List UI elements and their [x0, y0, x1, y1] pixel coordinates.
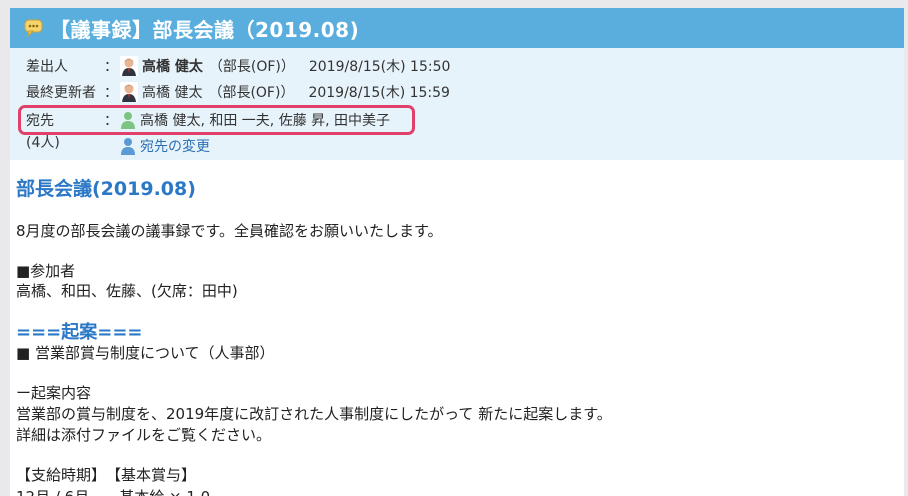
proposal-line-2: 詳細は添付ファイルをご覧ください。: [16, 426, 272, 444]
recipient-highlight-box: [18, 105, 415, 135]
updater-colon: ：: [104, 85, 118, 101]
sender-role: （部長(OF)）: [208, 59, 295, 75]
proposal-line-1: 営業部の賞与制度を、2019年度に改訂された人事制度にしたがって 新たに起案しま…: [16, 405, 612, 423]
updater-label: 最終更新者: [26, 85, 96, 101]
message-window: 【議事録】部長会議（2019.08) 差出人 ： 高橋 健太 （部長(OF)）: [10, 8, 904, 496]
sent-datetime: 2019/8/15(木) 15:50: [308, 59, 451, 75]
section-item: ■ 営業部賞与制度について（人事部）: [16, 344, 275, 362]
updater-role: （部長(OF)）: [208, 85, 295, 101]
updater-row: 最終更新者 ： 高橋 健太 （部長(OF)） 2019/8/15(木) 15:5…: [10, 80, 904, 104]
body-heading: 部長会議(2019.08): [16, 178, 196, 200]
body-intro: 8月度の部長会議の議事録です。全員確認をお願いいたします。: [16, 222, 443, 240]
recipient-count: (4人): [26, 135, 60, 151]
updater-value: 高橋 健太 （部長(OF)） 2019/8/15(木) 15:59: [120, 82, 450, 102]
updater-name[interactable]: 高橋 健太: [142, 82, 202, 102]
title-bar: 【議事録】部長会議（2019.08): [10, 8, 904, 48]
sender-label: 差出人: [26, 59, 68, 75]
attendees-heading: ■参加者: [16, 262, 76, 280]
sender-name[interactable]: 高橋 健太: [142, 56, 203, 76]
table-header: 【支給時期】 【基本賞与】: [16, 466, 197, 484]
message-title: 【議事録】部長会議（2019.08): [50, 17, 360, 42]
updated-datetime: 2019/8/15(木) 15:59: [308, 85, 450, 101]
attendees-list: 高橋、和田、佐藤、(欠席：田中): [16, 282, 238, 300]
sender-avatar: [120, 56, 138, 76]
sender-colon: ：: [104, 59, 118, 75]
table-row: 12月 / 6月 基本給 × 1.0: [16, 486, 210, 496]
speech-bubble-icon: [24, 18, 44, 38]
sender-value: 高橋 健太 （部長(OF)） 2019/8/15(木) 15:50: [120, 56, 450, 76]
user-blue-icon: [120, 137, 136, 155]
sender-row: 差出人 ： 高橋 健太 （部長(OF)） 2019/8/15(木) 15:50: [10, 54, 904, 78]
change-recipients[interactable]: 宛先の変更: [120, 136, 210, 156]
message-meta: 差出人 ： 高橋 健太 （部長(OF)） 2019/8/15(木) 15:50: [10, 48, 904, 160]
section-heading: ===起案===: [16, 322, 143, 343]
proposal-heading: ー起案内容: [16, 384, 92, 402]
updater-avatar: [120, 82, 138, 102]
change-recipients-link[interactable]: 宛先の変更: [140, 136, 210, 156]
